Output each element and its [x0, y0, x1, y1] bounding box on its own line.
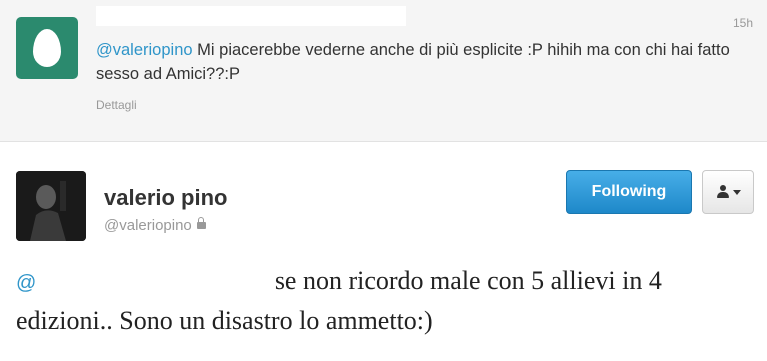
reply-tweet: 15h @valeriopino Mi piacerebbe vederne a… — [0, 0, 767, 142]
following-button[interactable]: Following — [566, 170, 692, 214]
reply-text: @valeriopino Mi piacerebbe vederne anche… — [96, 38, 756, 86]
redacted-mention — [36, 269, 269, 293]
details-link[interactable]: Dettagli — [96, 98, 137, 112]
tweet-text: @ se non ricordo male con 5 allievi in 4… — [16, 262, 756, 340]
person-icon — [716, 185, 730, 199]
chevron-down-icon — [732, 189, 741, 195]
user-name[interactable]: valerio pino — [104, 185, 227, 211]
reply-mention-link[interactable]: @valeriopino — [96, 41, 193, 59]
user-actions-button[interactable] — [702, 170, 754, 214]
user-handle-row: @valeriopino — [104, 217, 206, 234]
avatar-photo — [16, 171, 86, 241]
egg-icon — [33, 29, 61, 67]
redacted-name — [96, 6, 406, 26]
lock-icon — [196, 217, 206, 229]
tweet-mention-link[interactable]: @ — [16, 272, 36, 294]
reply-timestamp[interactable]: 15h — [733, 16, 753, 30]
user-handle[interactable]: @valeriopino — [104, 217, 192, 234]
user-avatar[interactable] — [16, 171, 86, 241]
reply-avatar[interactable] — [16, 17, 78, 79]
